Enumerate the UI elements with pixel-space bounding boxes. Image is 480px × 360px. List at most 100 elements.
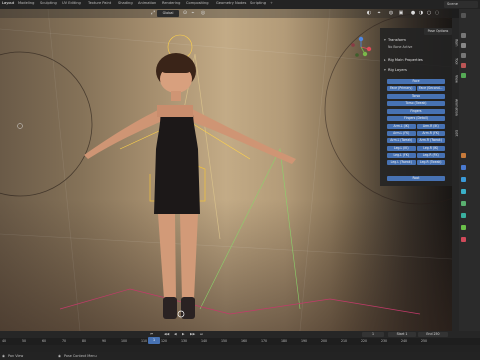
rendered-shading-icon[interactable]: ○ (426, 10, 432, 17)
tick-label: 250 (421, 339, 428, 343)
scene-props-icon[interactable] (461, 63, 466, 68)
world-props-icon[interactable] (461, 73, 466, 78)
scene-selector[interactable]: Scene (444, 1, 478, 8)
view-object-types-icon[interactable]: ◐ (366, 10, 372, 17)
play-icon[interactable]: ▶ (182, 332, 185, 336)
tick-label: 200 (321, 339, 328, 343)
layer-arm-l-ik-button[interactable]: Arm.L (IK) (387, 124, 416, 129)
solid-shading-icon[interactable]: ● (410, 10, 416, 17)
transform-pivot-icon[interactable]: ⤢ (150, 10, 156, 17)
prev-keyframe-icon[interactable]: ◀◀ (164, 332, 169, 336)
tab-texture-paint[interactable]: Texture Paint (88, 1, 111, 5)
layer-arm-r-tweak-button[interactable]: Arm.R (Tweak) (416, 138, 445, 143)
layer-arm-r-fk-button[interactable]: Arm.R (FK) (416, 131, 445, 136)
tick-label: 50 (22, 339, 27, 343)
data-props-icon[interactable] (461, 213, 466, 218)
constraints-props-icon[interactable] (461, 201, 466, 206)
layer-fingers-button[interactable]: Fingers (387, 109, 445, 114)
tick-label: 40 (2, 339, 7, 343)
tab-sculpting[interactable]: Sculpting (40, 1, 57, 5)
layer-root-button[interactable]: Root (387, 176, 445, 181)
layer-face-primary-button[interactable]: Face (Primary) (387, 86, 416, 91)
tab-animation[interactable]: Animation (138, 1, 156, 5)
timeline-header: ⏮ ◀◀ ◀ ▶ ▶▶ ⏭ 1 Start 1 End 250 (0, 331, 480, 338)
layer-leg-l-tweak-button[interactable]: Leg.L (Tweak) (387, 160, 416, 165)
character-model (84, 53, 296, 319)
pivot-point-icon[interactable]: ⊙ (182, 10, 188, 17)
layer-arm-l-fk-button[interactable]: Arm.L (FK) (387, 131, 416, 136)
gizmo-y-icon (362, 51, 368, 57)
sidebar-tab-item[interactable]: Item (453, 36, 459, 50)
next-keyframe-icon[interactable]: ▶▶ (190, 332, 195, 336)
gizmo-x-icon (366, 46, 372, 52)
sidebar-tab-edit[interactable]: Edit (453, 126, 459, 140)
play-reverse-icon[interactable]: ◀ (174, 332, 177, 336)
tick-label: 120 (161, 339, 168, 343)
overlays-icon[interactable]: ◍ (388, 10, 394, 17)
mouse-middle-icon: ◉ (2, 353, 5, 358)
bone-props-icon[interactable] (461, 225, 466, 230)
wireframe-shading-icon[interactable]: ◌ (434, 10, 440, 17)
sidebar-tab-view[interactable]: View (453, 72, 459, 86)
orientation-label: Global (162, 11, 174, 15)
layer-leg-r-fk-button[interactable]: Leg.R (FK) (416, 153, 445, 158)
particles-props-icon[interactable] (461, 177, 466, 182)
tab-uv-editing[interactable]: UV Editing (62, 1, 81, 5)
modifier-props-icon[interactable] (461, 165, 466, 170)
status-context-menu: Pose Context Menu (64, 353, 97, 358)
output-props-icon[interactable] (461, 43, 466, 48)
layer-leg-r-ik-button[interactable]: Leg.R (IK) (416, 146, 445, 151)
layer-face-button[interactable]: Face (387, 79, 445, 84)
tab-geometry-nodes[interactable]: Geometry Nodes (216, 1, 246, 5)
tab-shading[interactable]: Shading (118, 1, 133, 5)
sidebar-tab-animation[interactable]: Animation (453, 92, 459, 122)
sidebar-tab-tool[interactable]: Tool (453, 54, 459, 68)
render-props-icon[interactable] (461, 33, 466, 38)
tool-props-icon[interactable] (461, 13, 466, 18)
tick-label: 110 (141, 339, 148, 343)
timeline-tracks[interactable] (0, 345, 480, 352)
end-frame-field[interactable]: End 250 (418, 332, 448, 337)
layer-arm-l-tweak-button[interactable]: Arm.L (Tweak) (387, 138, 416, 143)
layer-fingers-detail-button[interactable]: Fingers (Detail) (387, 116, 445, 121)
tick-label: 220 (361, 339, 368, 343)
gizmo-toggle-icon[interactable]: ⌖ (376, 10, 382, 17)
start-label: Start (396, 332, 405, 336)
layer-leg-l-fk-button[interactable]: Leg.L (FK) (387, 153, 416, 158)
current-frame-field[interactable]: 1 (362, 332, 384, 337)
layer-face-secondary-button[interactable]: Face (Second... (416, 86, 445, 91)
tab-modeling[interactable]: Modeling (18, 1, 34, 5)
rig-layers-panel-header[interactable]: ▾ Rig Layers (384, 68, 407, 72)
tab-compositing[interactable]: Compositing (186, 1, 209, 5)
transform-panel-header[interactable]: ▾ Transform (384, 38, 406, 42)
layer-leg-r-tweak-button[interactable]: Leg.R (Tweak) (416, 160, 445, 165)
layer-arm-r-ik-button[interactable]: Arm.R (IK) (416, 124, 445, 129)
playhead[interactable]: 1 (148, 337, 160, 344)
layer-leg-l-ik-button[interactable]: Leg.L (IK) (387, 146, 416, 151)
jump-start-icon[interactable]: ⏮ (150, 332, 153, 336)
workspace-tabs-bar: Layout Modeling Sculpting UV Editing Tex… (0, 0, 480, 9)
start-frame-field[interactable]: Start 1 (388, 332, 416, 337)
snap-icon[interactable]: ⌁ (190, 10, 196, 17)
timeline-ruler[interactable]: 40 50 60 70 80 90 100 110 120 130 140 15… (0, 338, 480, 345)
sidebar-tabs: Item Tool View Animation Edit (452, 18, 459, 331)
object-props-icon[interactable] (461, 153, 466, 158)
status-bar: ◉ Pan View ◉ Pose Context Menu (0, 352, 480, 360)
orientation-dropdown[interactable]: Global (157, 10, 179, 17)
jump-end-icon[interactable]: ⏭ (200, 332, 203, 336)
navigation-gizmo[interactable] (350, 36, 372, 58)
layer-torso-tweak-button[interactable]: Torso (Tweak) (387, 101, 445, 106)
add-workspace-icon[interactable]: + (270, 1, 273, 5)
tab-scripting[interactable]: Scripting (250, 1, 266, 5)
layer-torso-button[interactable]: Torso (387, 94, 445, 99)
pose-options-dropdown[interactable]: Pose Options (424, 28, 452, 35)
rig-main-panel-header[interactable]: ▸ Rig Main Properties (384, 58, 423, 62)
tab-rendering[interactable]: Rendering (162, 1, 180, 5)
material-props-icon[interactable] (461, 237, 466, 242)
view-layer-props-icon[interactable] (461, 53, 466, 58)
material-shading-icon[interactable]: ◑ (418, 10, 424, 17)
proportional-edit-icon[interactable]: ◎ (200, 10, 206, 17)
xray-icon[interactable]: ▣ (398, 10, 404, 17)
tab-layout[interactable]: Layout (2, 1, 14, 5)
physics-props-icon[interactable] (461, 189, 466, 194)
